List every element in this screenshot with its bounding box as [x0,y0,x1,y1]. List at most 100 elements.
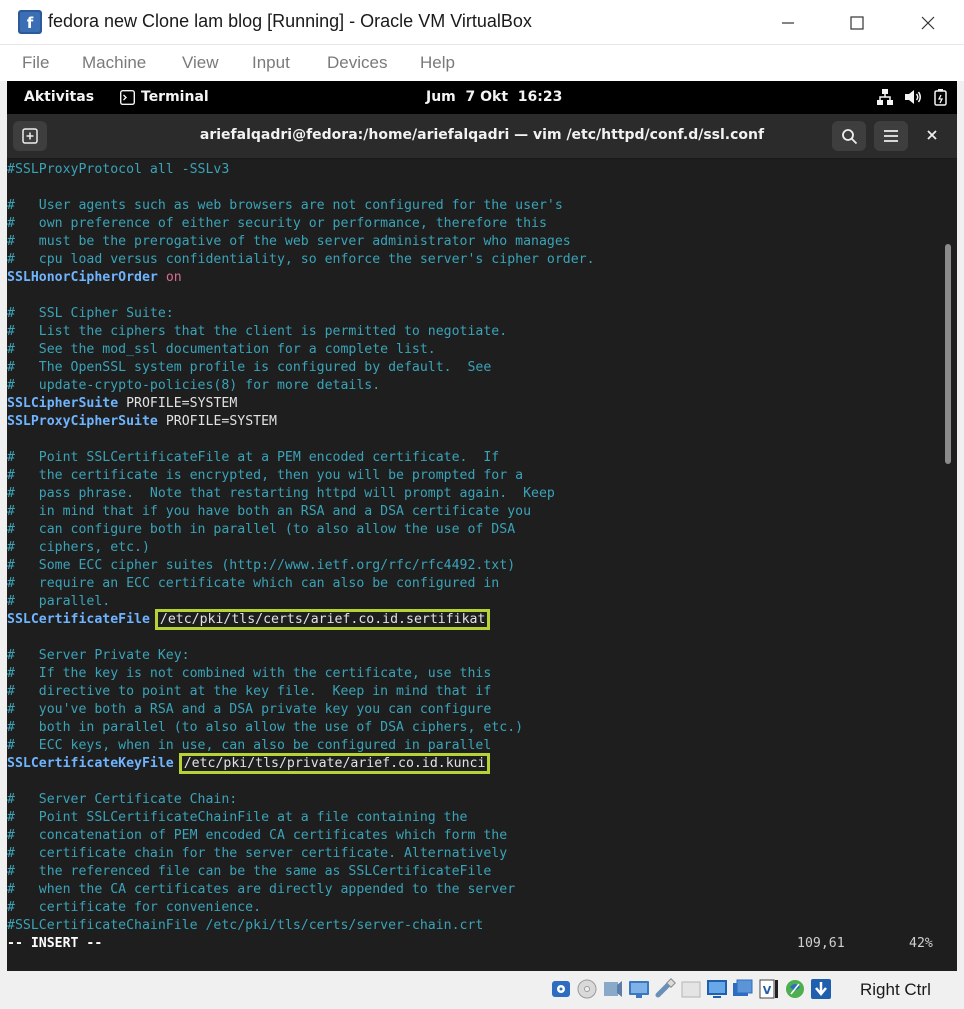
minimize-icon [782,21,794,24]
comment-text: # own preference of either security or p… [7,216,547,231]
vim-comment-line: # require an ECC certificate which can a… [7,575,595,593]
menu-help[interactable]: Help [420,53,455,73]
vim-comment-line: #SSLCertificateChainFile /etc/pki/tls/ce… [7,917,595,935]
comment-text: # both in parallel (to also allow the us… [7,720,524,735]
comment-text: # directive to point at the key file. Ke… [7,684,492,699]
close-icon [927,130,937,140]
vim-comment-line: # Point SSLCertificateFile at a PEM enco… [7,449,595,467]
close-terminal-button[interactable] [925,127,939,146]
comment-text: # Point SSLCertificateFile at a PEM enco… [7,450,500,465]
mouse-integration-icon[interactable] [784,977,806,1001]
vim-directive-line: SSLCertificateFile /etc/pki/tls/certs/ar… [7,609,595,630]
close-window-button[interactable] [905,0,951,45]
menu-machine[interactable]: Machine [82,53,146,73]
activities-button[interactable]: Aktivitas [24,89,94,105]
comment-text: # the referenced file can be the same as… [7,864,492,879]
system-tray[interactable] [876,88,950,106]
vim-directive-line: SSLHonorCipherOrder on [7,269,595,287]
menu-devices[interactable]: Devices [327,53,387,73]
audio-icon[interactable] [602,977,624,1001]
vim-comment-line: # concatenation of PEM encoded CA certif… [7,827,595,845]
comment-text: # SSL Cipher Suite: [7,306,174,321]
vim-buffer[interactable]: #SSLProxyProtocol all -SSLv3 # User agen… [7,161,933,953]
scroll-percent: 42% [909,936,933,951]
shared-folders-icon[interactable] [680,977,702,1001]
menu-file[interactable]: File [22,53,49,73]
vim-comment-line: # own preference of either security or p… [7,215,595,233]
vim-directive-line: SSLProxyCipherSuite PROFILE=SYSTEM [7,413,595,431]
terminal-scrollbar[interactable] [945,244,951,464]
vim-comment-line: # Some ECC cipher suites (http://www.iet… [7,557,595,575]
hamburger-menu-button[interactable] [874,121,908,151]
svg-text:V: V [763,984,772,997]
vim-comment-line: # both in parallel (to also allow the us… [7,719,595,737]
network-icon[interactable] [628,977,650,1001]
vim-comment-line: # must be the prerogative of the web ser… [7,233,595,251]
comment-text: # require an ECC certificate which can a… [7,576,500,591]
minimize-button[interactable] [765,0,811,45]
comment-text: # The OpenSSL system profile is configur… [7,360,492,375]
vim-comment-line: # The OpenSSL system profile is configur… [7,359,595,377]
vim-comment-line: # in mind that if you have both an RSA a… [7,503,595,521]
usb-icon[interactable] [654,977,676,1001]
vim-comment-line: # List the ciphers that the client is pe… [7,323,595,341]
directive-key: SSLProxyCipherSuite [7,414,158,429]
terminal-headerbar: ariefalqadri@fedora:/home/ariefalqadri —… [7,114,957,159]
vim-comment-line: # certificate for convenience. [7,899,595,917]
terminal-icon [120,89,135,105]
vim-comment-line: # cpu load versus confidentiality, so en… [7,251,595,269]
menu-view[interactable]: View [182,53,219,73]
comment-text: # certificate chain for the server certi… [7,846,508,861]
directive-key: SSLHonorCipherOrder [7,270,158,285]
optical-drive-icon[interactable] [576,977,598,1001]
display-icon[interactable] [706,977,728,1001]
app-name: Terminal [141,89,209,105]
comment-text: #SSLCertificateChainFile /etc/pki/tls/ce… [7,918,484,933]
vim-status-line: -- INSERT -- 109,61 42% [7,935,933,953]
cpu-icon[interactable]: V [758,977,780,1001]
vim-blank-line [7,287,595,305]
clock[interactable]: Jum 7 Okt 16:23 [426,89,562,105]
svg-text:f: f [27,14,34,32]
comment-text: # can configure both in parallel (to als… [7,522,516,537]
close-icon [921,16,935,29]
network-wired-icon [877,89,893,105]
directive-value: PROFILE=SYSTEM [126,396,238,411]
search-button[interactable] [832,121,866,151]
comment-text: # parallel. [7,594,111,609]
comment-text: # Point SSLCertificateChainFile at a fil… [7,810,468,825]
directive-value: on [165,270,182,285]
comment-text: # User agents such as web browsers are n… [7,198,563,213]
guest-screen[interactable]: Aktivitas Terminal Jum 7 Okt 16:23 arief… [7,81,957,971]
vim-comment-line: # Server Certificate Chain: [7,791,595,809]
maximize-button[interactable] [834,0,880,45]
menu-input[interactable]: Input [252,53,290,73]
vim-directive-line: SSLCipherSuite PROFILE=SYSTEM [7,395,595,413]
vim-comment-line: # update-crypto-policies(8) for more det… [7,377,595,395]
recording-icon[interactable] [732,977,754,1001]
vim-comment-line: # If the key is not combined with the ce… [7,665,595,683]
hard-disk-icon[interactable] [550,977,572,1001]
terminal-body[interactable]: #SSLProxyProtocol all -SSLv3 # User agen… [7,159,957,971]
comment-text: # pass phrase. Note that restarting http… [7,486,555,501]
vim-comment-line: # See the mod_ssl documentation for a co… [7,341,595,359]
comment-text: # If the key is not combined with the ce… [7,666,492,681]
vim-blank-line [7,179,595,197]
vim-comment-line: #SSLProxyProtocol all -SSLv3 [7,161,595,179]
comment-text: # update-crypto-policies(8) for more det… [7,378,381,393]
vim-blank-line [7,629,595,647]
vim-comment-line: # when the CA certificates are directly … [7,881,595,899]
vim-comment-line: # parallel. [7,593,595,611]
keyboard-icon[interactable] [810,977,832,1001]
comment-text: # certificate for convenience. [7,900,262,915]
highlighted-directive-value: /etc/pki/tls/private/arief.co.id.kunci [178,753,491,774]
comment-text: # Server Private Key: [7,648,190,663]
app-menu-button[interactable]: Terminal [120,89,209,105]
comment-text: # concatenation of PEM encoded CA certif… [7,828,508,843]
vim-comment-line: # can configure both in parallel (to als… [7,521,595,539]
terminal-title: ariefalqadri@fedora:/home/ariefalqadri —… [199,127,765,143]
search-icon [841,128,857,144]
device-icons: V [550,977,832,1001]
host-menubar: File Machine View Input Devices Help [0,45,964,81]
vim-comment-line: # certificate chain for the server certi… [7,845,595,863]
